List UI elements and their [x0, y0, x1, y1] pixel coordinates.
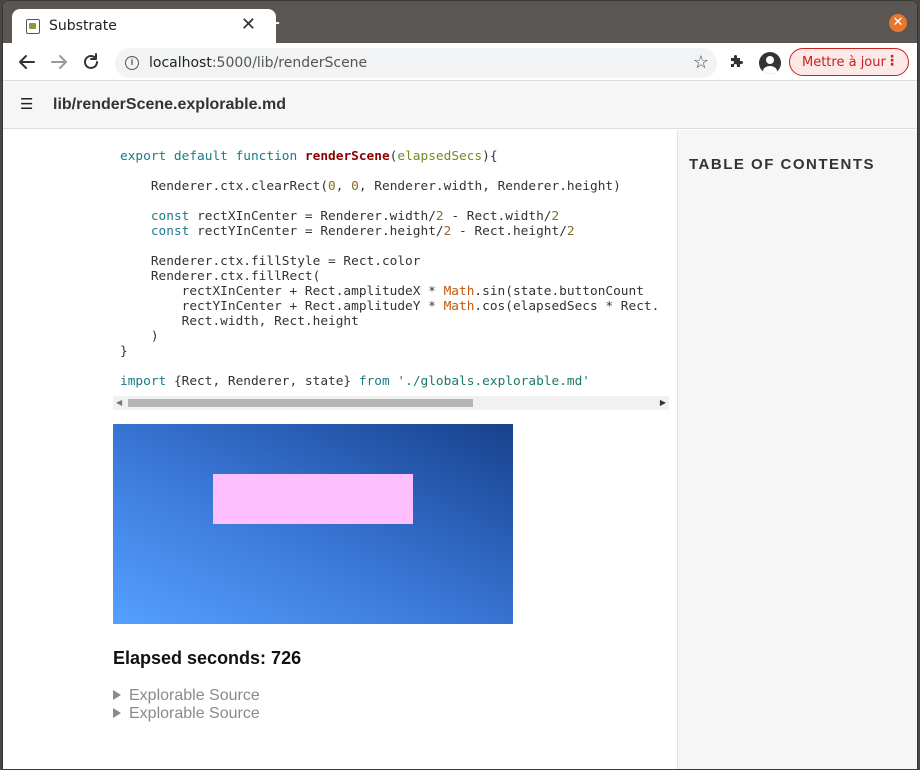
scroll-left-icon[interactable]: ◀: [116, 398, 122, 407]
new-tab-icon[interactable]: +: [263, 13, 281, 35]
profile-icon[interactable]: [759, 52, 781, 74]
address-bar[interactable]: i localhost:5000/lib/renderScene ☆: [115, 48, 717, 78]
main-content: export default function renderScene(elap…: [3, 130, 677, 769]
browser-toolbar: i localhost:5000/lib/renderScene ☆ Mettr…: [3, 43, 917, 81]
code-text: export default function renderScene(elap…: [120, 149, 660, 389]
render-canvas: [113, 424, 513, 624]
menu-dots-icon[interactable]: ⋮: [885, 53, 899, 69]
scroll-right-icon[interactable]: ▶: [660, 398, 666, 407]
extensions-icon[interactable]: [729, 53, 745, 69]
star-icon[interactable]: ☆: [693, 52, 709, 73]
tab-title: Substrate: [49, 18, 117, 34]
info-icon[interactable]: i: [125, 56, 139, 70]
page-title: lib/renderScene.explorable.md: [53, 96, 286, 113]
hamburger-icon[interactable]: ☰: [20, 95, 33, 113]
code-block: export default function renderScene(elap…: [113, 140, 669, 398]
code-scrollbar[interactable]: ◀ ▶: [113, 396, 669, 410]
update-button-label: Mettre à jour: [802, 55, 886, 70]
back-icon[interactable]: [16, 51, 38, 73]
url-path: :5000/lib/renderScene: [211, 55, 368, 71]
close-tab-icon[interactable]: ✕: [241, 16, 256, 34]
forward-icon[interactable]: [48, 51, 70, 73]
url-host: localhost: [149, 55, 212, 71]
details-label: Explorable Source: [129, 705, 260, 722]
details-label: Explorable Source: [129, 687, 260, 704]
reload-icon[interactable]: [80, 51, 102, 73]
animated-rect: [213, 474, 413, 524]
page-header: ☰ lib/renderScene.explorable.md: [3, 81, 917, 129]
url-text[interactable]: localhost:5000/lib/renderScene: [149, 55, 367, 71]
disclosure-triangle-icon[interactable]: [113, 708, 121, 718]
toc-title: TABLE OF CONTENTS: [689, 156, 876, 173]
window-close-icon[interactable]: ✕: [889, 14, 907, 32]
toc-sidebar: TABLE OF CONTENTS: [677, 130, 917, 769]
browser-window: Substrate ✕ + ✕ i localhost:5000/lib/ren…: [2, 0, 918, 770]
details-explorable-source[interactable]: Explorable Source: [113, 687, 260, 705]
tab-strip: Substrate ✕ + ✕: [3, 1, 917, 43]
details-explorable-source[interactable]: Explorable Source: [113, 705, 260, 723]
update-button[interactable]: Mettre à jour ⋮: [789, 48, 909, 76]
elapsed-seconds: Elapsed seconds: 726: [113, 648, 302, 668]
disclosure-triangle-icon[interactable]: [113, 690, 121, 700]
browser-tab[interactable]: Substrate ✕: [12, 9, 276, 43]
scrollbar-thumb[interactable]: [128, 399, 473, 407]
favicon-icon: [26, 19, 40, 34]
